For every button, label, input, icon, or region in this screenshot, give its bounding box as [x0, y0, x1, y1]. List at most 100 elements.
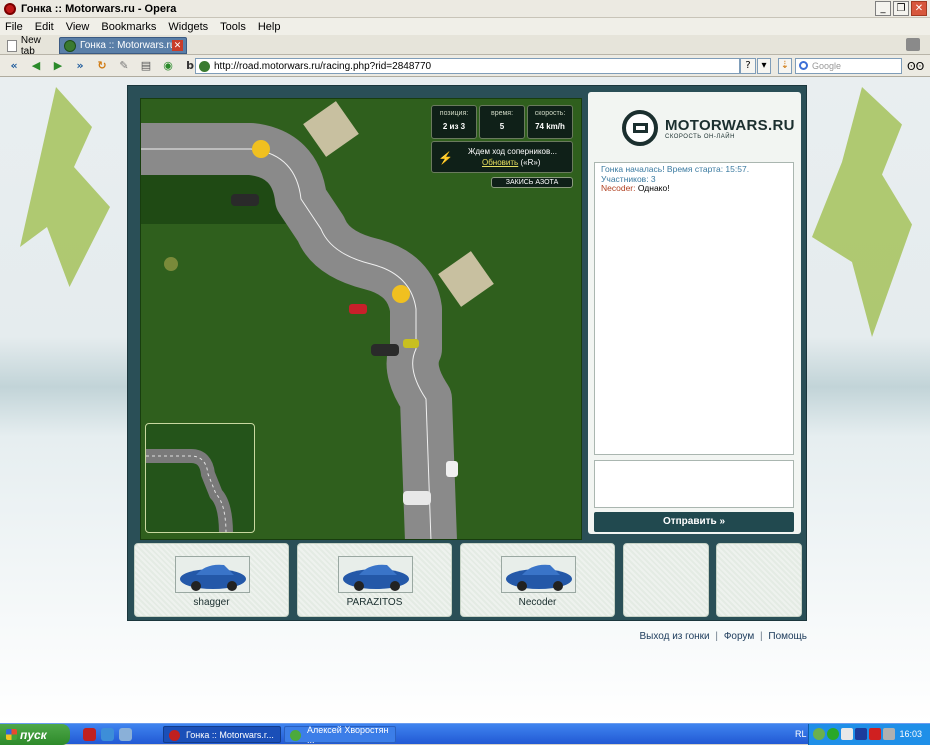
system-tray: RL 16:03 [795, 724, 930, 745]
menu-widgets[interactable]: Widgets [168, 21, 208, 33]
tray-icon-antivirus[interactable] [869, 728, 881, 740]
refresh-link[interactable]: Обновить [482, 158, 518, 167]
opera-quicklaunch-icon[interactable] [83, 728, 96, 741]
page-content: позиция: 2 из 3 время: 5 скорость: 74 km… [0, 77, 930, 723]
desktop-quicklaunch-icon[interactable] [119, 728, 132, 741]
motorwars-logo: MOTORWARS.RU СКОРОСТЬ ОН-ЛАЙН [622, 110, 795, 146]
opera-icon [169, 730, 180, 741]
link-separator: | [715, 631, 719, 642]
task-label: Алексей Хворостян ... [307, 724, 389, 745]
player-card: Necoder [460, 543, 615, 617]
link-separator: | [759, 631, 763, 642]
tab-race[interactable]: Гонка :: Motorwars.ru ✕ [59, 37, 187, 54]
download-icon[interactable]: ⇣ [778, 58, 792, 74]
glasses-icon[interactable]: ʘʘ [907, 60, 924, 73]
menu-view[interactable]: View [66, 21, 90, 33]
fast-forward-icon[interactable]: » [72, 58, 88, 74]
menu-file[interactable]: File [5, 21, 23, 33]
chat-log: Гонка началась! Время старта: 15:57. Уча… [594, 162, 794, 455]
minimap [145, 423, 255, 533]
trash-icon[interactable] [906, 38, 920, 51]
back-icon[interactable]: ◀ [28, 58, 44, 74]
address-dropdown[interactable]: ▾ [757, 58, 771, 74]
nitro-button[interactable]: ЗАКИСЬ АЗОТА [491, 177, 573, 188]
ie-quicklaunch-icon[interactable] [101, 728, 114, 741]
menu-edit[interactable]: Edit [35, 21, 54, 33]
player-name: PARAZITOS [346, 597, 403, 608]
tray-icon-k[interactable] [841, 728, 853, 740]
language-indicator[interactable]: RL [795, 729, 807, 739]
site-favicon-icon [64, 39, 76, 52]
player-card: shagger [134, 543, 289, 617]
task-opera[interactable]: Гонка :: Motorwars.r... [163, 726, 281, 743]
chat-nick: Necoder: [601, 183, 636, 193]
task-label: Гонка :: Motorwars.r... [186, 729, 274, 740]
position-value: 2 из 3 [442, 122, 466, 131]
address-bar[interactable]: http://road.motorwars.ru/racing.php?rid=… [195, 58, 740, 74]
tab-label: New tab [20, 34, 41, 57]
player-card: PARAZITOS [297, 543, 452, 617]
search-input[interactable]: Google [795, 58, 902, 74]
tray-icon-play[interactable] [855, 728, 867, 740]
help-button[interactable]: ? [740, 58, 756, 74]
logo-name: MOTORWARS.RU [665, 116, 795, 134]
windows-flag-icon [6, 729, 17, 740]
page-icon [7, 39, 17, 52]
players-bar: shagger PARAZITOS Necoder [134, 543, 802, 618]
time-value: 5 [499, 122, 505, 131]
refresh-hint: («R») [520, 158, 541, 167]
rewind-icon[interactable]: « [6, 58, 22, 74]
taskbar: пуск Гонка :: Motorwars.r... Алексей Хво… [0, 723, 930, 745]
wand-icon[interactable]: ◉ [160, 58, 176, 74]
empty-slot [623, 543, 709, 617]
restore-button[interactable]: ❐ [893, 1, 909, 16]
clock: 16:03 [899, 729, 922, 739]
forward-icon[interactable]: ▶ [50, 58, 66, 74]
reload-icon[interactable]: ↻ [94, 58, 110, 74]
minimize-button[interactable]: _ [875, 1, 891, 16]
race-track[interactable]: позиция: 2 из 3 время: 5 скорость: 74 km… [140, 98, 582, 540]
window-titlebar: Гонка :: Motorwars.ru - Opera _ ❐ ✕ [0, 0, 930, 18]
tab-bar: New tab Гонка :: Motorwars.ru ✕ [0, 34, 930, 57]
leaf-decoration-right [812, 87, 912, 337]
start-button[interactable]: пуск [0, 724, 70, 745]
game-frame: позиция: 2 из 3 время: 5 скорость: 74 km… [127, 85, 807, 621]
task-messenger[interactable]: Алексей Хворостян ... [284, 724, 396, 745]
car-image [501, 556, 576, 593]
send-button[interactable]: Отправить » [594, 512, 794, 532]
empty-slot [716, 543, 802, 617]
exit-race-link[interactable]: Выход из гонки [640, 631, 710, 642]
chat-input[interactable] [594, 460, 794, 508]
menu-tools[interactable]: Tools [220, 21, 246, 33]
forum-link[interactable]: Форум [724, 631, 754, 642]
opera-icon [4, 2, 16, 15]
speed-panel: скорость: 74 km/h [527, 105, 573, 139]
help-link[interactable]: Помощь [768, 631, 807, 642]
car-image [175, 556, 250, 593]
start-label: пуск [20, 727, 47, 742]
tray-icon-status[interactable] [827, 728, 839, 740]
speed-value: 74 km/h [535, 122, 565, 131]
menu-bar: File Edit View Bookmarks Widgets Tools H… [0, 18, 930, 35]
leaf-decoration-left [20, 87, 110, 287]
menu-help[interactable]: Help [258, 21, 281, 33]
side-panel: MOTORWARS.RU СКОРОСТЬ ОН-ЛАЙН Гонка нача… [588, 92, 801, 534]
site-favicon-icon [199, 60, 210, 72]
speed-label: скорость: [534, 110, 566, 117]
edit-icon[interactable]: ✎ [116, 58, 132, 74]
menu-bookmarks[interactable]: Bookmarks [101, 21, 156, 33]
wait-text: Ждем ход соперников... [468, 147, 557, 156]
position-label: позиция: [439, 110, 469, 117]
minimap-track [146, 449, 233, 532]
bookmark-icon[interactable]: ▤ [138, 58, 154, 74]
chat-system-message: Гонка началась! Время старта: 15:57. Уча… [601, 164, 750, 184]
close-button[interactable]: ✕ [911, 1, 927, 16]
volume-icon[interactable] [883, 728, 895, 740]
tray-icon-flower[interactable] [813, 728, 825, 740]
tab-new[interactable]: New tab [3, 34, 57, 57]
tab-close-icon[interactable]: ✕ [172, 40, 183, 51]
footer-links: Выход из гонки | Форум | Помощь [640, 631, 807, 642]
time-label: время: [490, 110, 514, 117]
time-panel: время: 5 [479, 105, 525, 139]
car-image [338, 556, 413, 593]
